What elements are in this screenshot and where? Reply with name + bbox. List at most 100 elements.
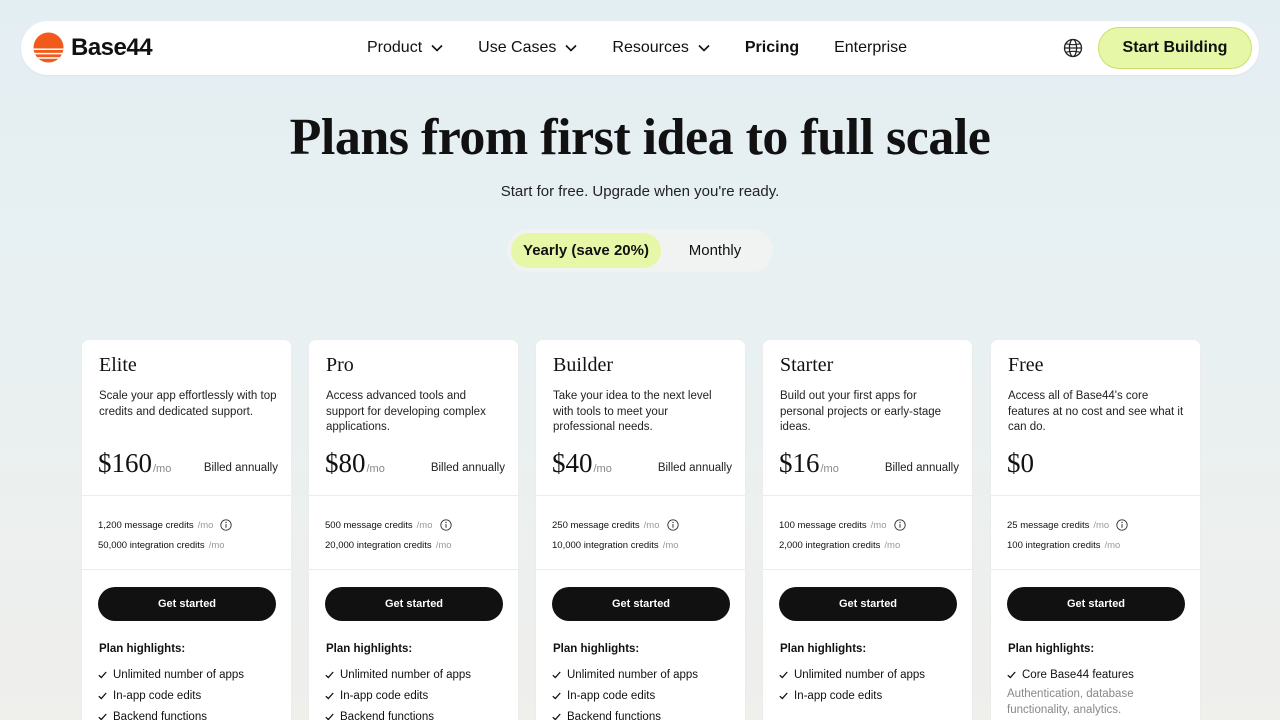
get-started-button[interactable]: Get started xyxy=(325,587,503,621)
plan-highlight-item: In-app code edits xyxy=(98,685,283,706)
check-icon xyxy=(98,692,107,700)
chevron-down-icon xyxy=(431,44,443,52)
check-icon xyxy=(779,692,788,700)
message-credits-period: /mo xyxy=(416,519,433,531)
info-icon[interactable] xyxy=(666,519,679,531)
check-icon xyxy=(98,671,107,679)
divider xyxy=(82,495,291,496)
monthly-toggle-option[interactable]: Monthly xyxy=(665,233,765,268)
nav-use-cases[interactable]: Use Cases xyxy=(478,39,577,57)
integration-credits-period: /mo xyxy=(435,539,452,551)
integration-credits-period: /mo xyxy=(884,539,901,551)
plan-highlights-title: Plan highlights: xyxy=(1008,643,1095,655)
nav-enterprise[interactable]: Enterprise xyxy=(834,39,907,57)
chevron-down-icon xyxy=(698,44,710,52)
divider xyxy=(536,495,745,496)
plan-highlight-item: Backend functions xyxy=(552,706,737,720)
plan-highlight-item: Unlimited number of apps xyxy=(325,664,510,685)
plan-highlight-text: In-app code edits xyxy=(340,689,429,702)
plan-highlights-list: Core Base44 features Authentication, data… xyxy=(1007,664,1192,718)
credits-block: 100 message credits /mo 2,000 integratio… xyxy=(779,515,969,555)
get-started-button[interactable]: Get started xyxy=(552,587,730,621)
integration-credits-label: 100 integration credits xyxy=(1007,539,1101,551)
credits-block: 1,200 message credits /mo 50,000 integra… xyxy=(98,515,288,555)
check-icon xyxy=(325,692,334,700)
message-credits-label: 500 message credits xyxy=(325,519,413,531)
plan-highlight-text: Unlimited number of apps xyxy=(794,668,926,681)
check-icon xyxy=(552,692,561,700)
integration-credits-label: 20,000 integration credits xyxy=(325,539,432,551)
message-credits: 250 message credits /mo xyxy=(552,515,742,535)
plan-name: Elite xyxy=(99,354,137,376)
plan-description: Build out your first apps for personal p… xyxy=(780,390,942,433)
plan-card-builder: Builder Take your idea to the next level… xyxy=(535,339,746,720)
plan-highlights-list: Unlimited number of apps In-app code edit… xyxy=(779,664,964,706)
price-period: /mo xyxy=(820,463,839,475)
message-credits: 1,200 message credits /mo xyxy=(98,515,288,535)
info-icon[interactable] xyxy=(439,519,452,531)
plan-card-starter: Starter Build out your first apps for pe… xyxy=(762,339,973,720)
plan-price: $40 xyxy=(552,448,593,478)
divider xyxy=(763,495,972,496)
message-credits-label: 1,200 message credits xyxy=(98,519,194,531)
check-icon xyxy=(98,713,107,720)
plan-highlight-item: Core Base44 features xyxy=(1007,664,1192,685)
price-row: $40/mo Billed annually xyxy=(552,448,732,478)
globe-icon[interactable] xyxy=(1063,38,1083,58)
plan-highlight-text: Unlimited number of apps xyxy=(113,668,245,681)
plan-card-elite: Elite Scale your app effortlessly with t… xyxy=(81,339,292,720)
integration-credits: 10,000 integration credits /mo xyxy=(552,535,742,555)
get-started-button[interactable]: Get started xyxy=(98,587,276,621)
plan-highlight-item: In-app code edits xyxy=(552,685,737,706)
message-credits-period: /mo xyxy=(1093,519,1110,531)
price-row: $16/mo Billed annually xyxy=(779,448,959,478)
check-icon xyxy=(552,671,561,679)
billing-note: Billed annually xyxy=(203,462,278,474)
price-period: /mo xyxy=(366,463,385,475)
get-started-button[interactable]: Get started xyxy=(779,587,957,621)
info-icon[interactable] xyxy=(893,519,906,531)
plan-highlight-text: Unlimited number of apps xyxy=(340,668,472,681)
message-credits-period: /mo xyxy=(643,519,660,531)
plan-highlight-text: In-app code edits xyxy=(794,689,883,702)
divider xyxy=(82,569,291,570)
integration-credits: 50,000 integration credits /mo xyxy=(98,535,288,555)
billing-note: Billed annually xyxy=(657,462,732,474)
nav-product[interactable]: Product xyxy=(367,39,443,57)
divider xyxy=(763,569,972,570)
message-credits: 25 message credits /mo xyxy=(1007,515,1197,535)
price-row: $80/mo Billed annually xyxy=(325,448,505,478)
plan-price: $0 xyxy=(1007,448,1034,478)
check-icon xyxy=(325,671,334,679)
plan-card-free: Free Access all of Base44's core feature… xyxy=(990,339,1201,720)
info-icon[interactable] xyxy=(220,519,233,531)
logo[interactable]: Base44 xyxy=(33,32,153,63)
yearly-toggle-option[interactable]: Yearly (save 20%) xyxy=(511,233,661,268)
nav-resources[interactable]: Resources xyxy=(612,39,710,57)
integration-credits: 100 integration credits /mo xyxy=(1007,535,1197,555)
price-period: /mo xyxy=(593,463,612,475)
integration-credits-label: 50,000 integration credits xyxy=(98,539,205,551)
plan-card-pro: Pro Access advanced tools and support fo… xyxy=(308,339,519,720)
divider xyxy=(309,495,518,496)
message-credits: 500 message credits /mo xyxy=(325,515,515,535)
integration-credits-period: /mo xyxy=(1104,539,1121,551)
nav-enterprise-label: Enterprise xyxy=(834,39,908,56)
start-building-button[interactable]: Start Building xyxy=(1098,27,1252,69)
plan-highlights-list: Unlimited number of apps In-app code edit… xyxy=(552,664,737,720)
info-icon[interactable] xyxy=(1116,519,1128,531)
divider xyxy=(991,495,1200,496)
get-started-button[interactable]: Get started xyxy=(1007,587,1185,621)
integration-credits-period: /mo xyxy=(662,539,679,551)
plan-name: Starter xyxy=(780,354,834,376)
plan-price: $16 xyxy=(779,448,820,478)
plan-highlight-item: Backend functions xyxy=(98,706,283,720)
nav-pricing[interactable]: Pricing xyxy=(745,39,799,57)
plan-highlights-title: Plan highlights: xyxy=(99,643,186,655)
plan-name: Pro xyxy=(326,354,354,376)
plan-description: Access all of Base44's core features at … xyxy=(1008,390,1184,433)
plan-highlights-title: Plan highlights: xyxy=(326,643,413,655)
divider xyxy=(991,569,1200,570)
divider xyxy=(536,569,745,570)
billing-note: Billed annually xyxy=(884,462,959,474)
